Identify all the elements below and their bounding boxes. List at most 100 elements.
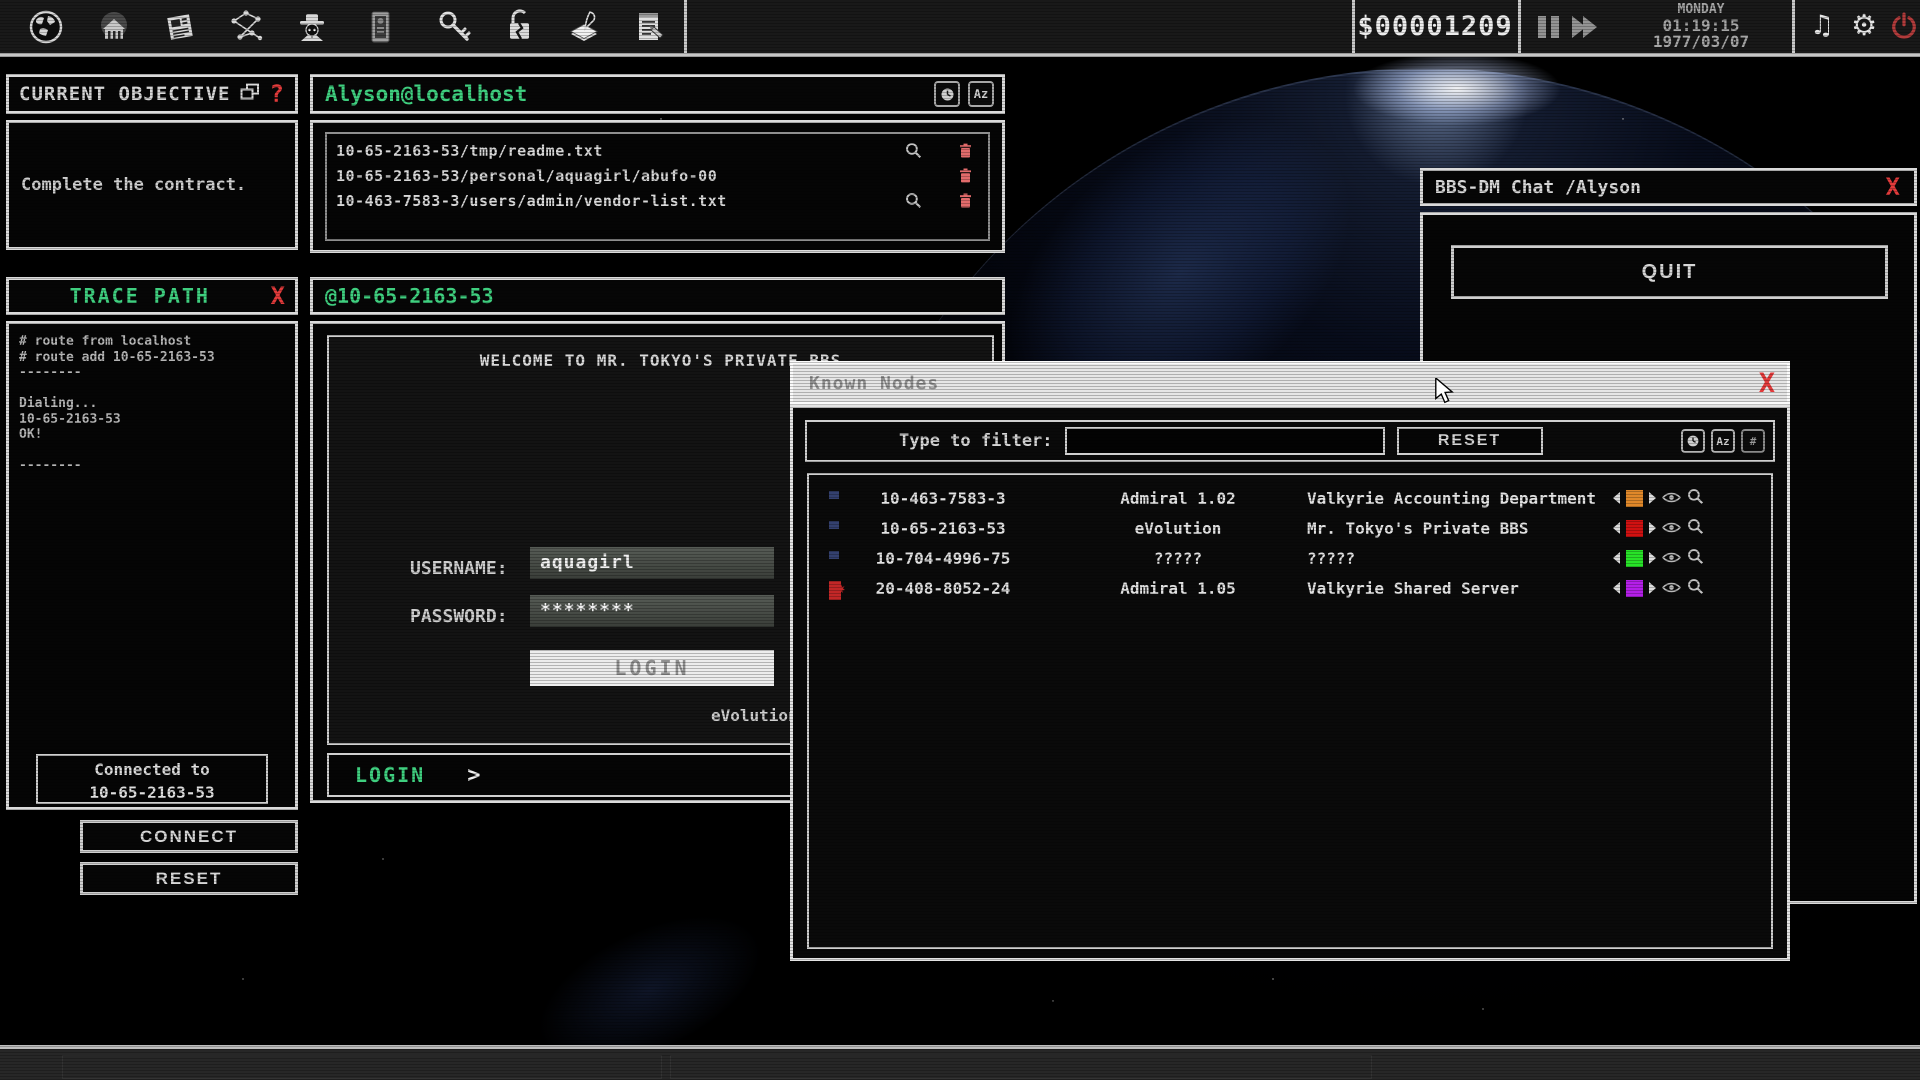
terminal-line: 10-65-2163-53 [19, 412, 215, 428]
color-next-icon[interactable] [1649, 522, 1656, 534]
gear-icon[interactable]: ⚙ [1842, 4, 1886, 46]
key-icon[interactable] [432, 6, 476, 48]
sort-by-time-button[interactable] [934, 81, 960, 107]
node-software: Admiral 1.02 [1063, 489, 1293, 508]
file-row[interactable]: 10-65-2163-53/tmp/readme.txt [327, 138, 988, 163]
username-label: USERNAME: [410, 558, 508, 579]
terminal-line: OK! [19, 427, 215, 443]
node-number: 10-65-2163-53 [853, 519, 1033, 538]
filter-bar: Type to filter: RESET Az # [805, 420, 1775, 462]
magnifier-icon[interactable] [905, 142, 922, 163]
earth-sun-glare [1352, 52, 1562, 126]
sort-by-time-button[interactable] [1681, 429, 1705, 453]
magnifier-icon[interactable] [1687, 488, 1704, 509]
file-path: 10-65-2163-53/personal/aquagirl/abufo-00 [336, 167, 717, 185]
color-next-icon[interactable] [1649, 492, 1656, 504]
file-row[interactable]: 10-463-7583-3/users/admin/vendor-list.tx… [327, 188, 988, 213]
connection-status-line2: 10-65-2163-53 [38, 781, 266, 804]
spy-icon[interactable] [290, 6, 334, 48]
filter-reset-button[interactable]: RESET [1397, 427, 1543, 455]
magnifier-icon[interactable] [1687, 518, 1704, 539]
music-icon[interactable]: ♫ [1800, 4, 1844, 46]
login-button[interactable]: LOGIN [530, 650, 774, 686]
news-icon[interactable] [158, 6, 202, 48]
eye-icon[interactable] [1662, 579, 1681, 598]
terminal-line: Dialing... [19, 396, 215, 412]
quit-button[interactable]: QUIT [1451, 245, 1888, 299]
trash-icon[interactable] [959, 143, 972, 162]
node-software: Admiral 1.05 [1063, 579, 1293, 598]
taskbar [0, 1045, 1920, 1080]
node-color-swatch[interactable] [1626, 490, 1643, 507]
eye-icon[interactable] [1662, 489, 1681, 508]
trash-icon[interactable] [959, 193, 972, 212]
node-software: ????? [1063, 549, 1293, 568]
eye-icon[interactable] [1662, 519, 1681, 538]
notes-icon[interactable] [628, 6, 672, 48]
taskbar-slot[interactable] [670, 1055, 1372, 1079]
hardware-card-icon[interactable] [358, 6, 402, 48]
sort-numeric-button[interactable]: # [1741, 429, 1765, 453]
node-name: ????? [1293, 549, 1613, 568]
window-restore-icon[interactable] [240, 83, 260, 106]
magnifier-icon[interactable] [1687, 578, 1704, 599]
node-row[interactable]: 10-704-4996-75 ????? ????? [809, 543, 1771, 573]
trace-path-body: # route from localhost # route add 10-65… [6, 321, 298, 810]
journal-icon[interactable] [562, 6, 606, 48]
clock-date: 1977/03/07 [1612, 34, 1790, 50]
node-color-swatch[interactable] [1626, 580, 1643, 597]
chat-close-icon[interactable]: X [1886, 175, 1900, 199]
file-path: 10-463-7583-3/users/admin/vendor-list.tx… [336, 192, 727, 210]
color-prev-icon[interactable] [1613, 522, 1620, 534]
file-row[interactable]: 10-65-2163-53/personal/aquagirl/abufo-00 [327, 163, 988, 188]
objective-title: CURRENT OBJECTIVE [19, 83, 230, 105]
network-graph-icon[interactable] [224, 6, 268, 48]
sort-alphabetical-button[interactable]: Az [968, 81, 994, 107]
bbs-vendor-text: eVolution [711, 706, 798, 725]
node-name: Mr. Tokyo's Private BBS [1293, 519, 1613, 538]
color-prev-icon[interactable] [1613, 582, 1620, 594]
world-map-icon[interactable] [24, 6, 68, 48]
known-nodes-titlebar[interactable]: Known Nodes X [790, 361, 1790, 405]
color-next-icon[interactable] [1649, 582, 1656, 594]
connect-button[interactable]: CONNECT [80, 820, 298, 853]
broken-lock-icon[interactable] [498, 6, 542, 48]
trace-reset-button[interactable]: RESET [80, 862, 298, 895]
username-field[interactable]: aquagirl [530, 547, 774, 579]
sort-alphabetical-button[interactable]: Az [1711, 429, 1735, 453]
magnifier-icon[interactable] [905, 192, 922, 213]
fast-forward-icon[interactable] [1572, 16, 1597, 38]
node-color-swatch[interactable] [1626, 520, 1643, 537]
known-nodes-close-icon[interactable]: X [1759, 370, 1775, 397]
toolbar-separator [1792, 0, 1795, 53]
node-number: 10-463-7583-3 [853, 489, 1033, 508]
power-icon[interactable] [1882, 5, 1920, 47]
node-color-swatch[interactable] [1626, 550, 1643, 567]
color-next-icon[interactable] [1649, 552, 1656, 564]
node-row[interactable]: 20-408-8052-24 Admiral 1.05 Valkyrie Sha… [809, 573, 1771, 603]
game-screen: $00001209 MONDAY 01:19:15 1977/03/07 ♫ ⚙… [0, 0, 1920, 1080]
money-counter: $00001209 [1356, 0, 1514, 53]
password-label: PASSWORD: [410, 606, 508, 627]
files-panel-header: Alyson@localhost Az [310, 74, 1005, 114]
files-list: 10-65-2163-53/tmp/readme.txt 10-65-2163-… [325, 132, 990, 241]
filter-label: Type to filter: [899, 431, 1053, 451]
files-panel-title: Alyson@localhost [325, 82, 527, 106]
taskbar-slot[interactable] [62, 1055, 662, 1079]
pause-icon[interactable] [1538, 16, 1559, 38]
filter-input[interactable] [1065, 427, 1385, 455]
color-prev-icon[interactable] [1613, 552, 1620, 564]
eye-icon[interactable] [1662, 549, 1681, 568]
objective-header: CURRENT OBJECTIVE ? [6, 74, 298, 114]
files-panel-body: 10-65-2163-53/tmp/readme.txt 10-65-2163-… [310, 120, 1005, 253]
objective-help-icon[interactable]: ? [270, 82, 285, 106]
trace-close-icon[interactable]: X [271, 284, 285, 308]
city-icon[interactable] [92, 6, 136, 48]
connection-status-line1: Connected to [38, 758, 266, 781]
node-row[interactable]: 10-463-7583-3 Admiral 1.02 Valkyrie Acco… [809, 483, 1771, 513]
password-field[interactable]: ******** [530, 595, 774, 627]
magnifier-icon[interactable] [1687, 548, 1704, 569]
trash-icon[interactable] [959, 168, 972, 187]
color-prev-icon[interactable] [1613, 492, 1620, 504]
node-row[interactable]: 10-65-2163-53 eVolution Mr. Tokyo's Priv… [809, 513, 1771, 543]
